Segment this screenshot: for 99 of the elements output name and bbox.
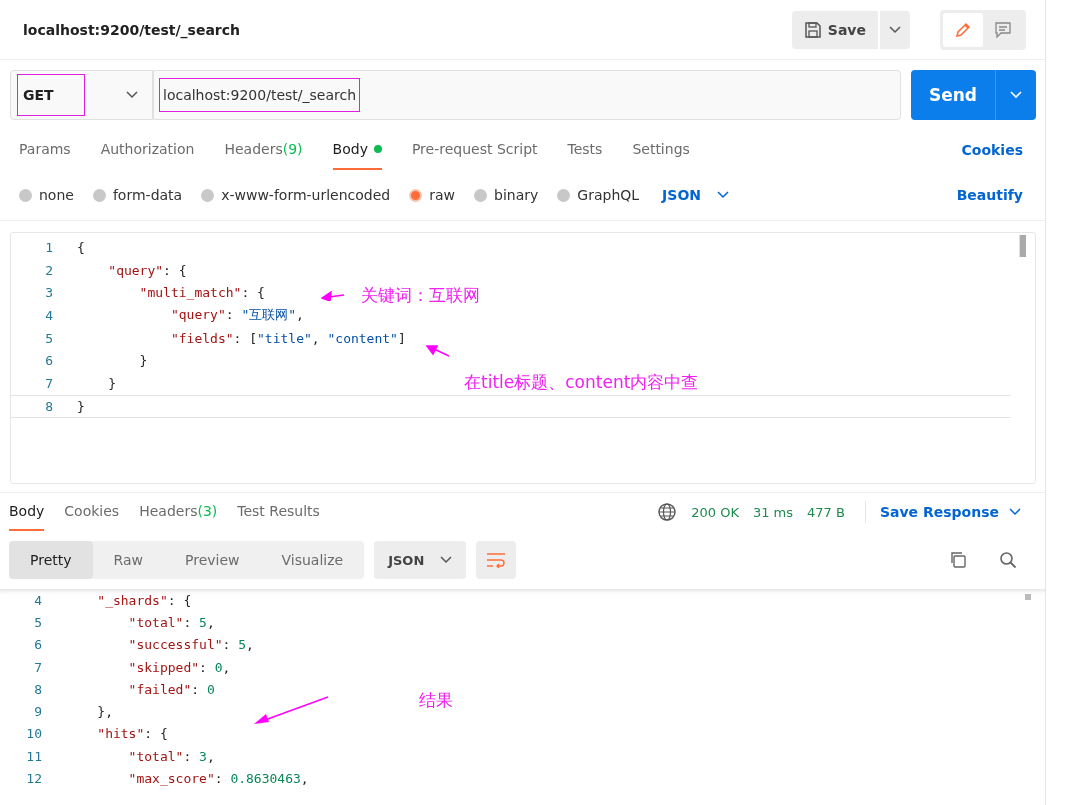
response-time: 31 ms: [752, 503, 794, 522]
code-line: {: [77, 239, 85, 255]
radio-button[interactable]: [474, 188, 488, 202]
body-type-option[interactable]: none: [19, 187, 74, 203]
code-line: "total": 5,: [127, 614, 215, 630]
code-line: }: [107, 375, 117, 391]
code-line: }: [77, 398, 85, 414]
line-number: 8: [33, 681, 42, 697]
globe-icon[interactable]: [657, 502, 678, 522]
request-tab[interactable]: Settings: [632, 130, 690, 170]
code-line: "max_score": 0.8630463,: [127, 771, 309, 786]
method-dropdown[interactable]: GET: [10, 70, 153, 120]
save-options-button[interactable]: [880, 10, 910, 49]
line-number: 6: [44, 353, 53, 369]
request-tab[interactable]: Body: [332, 130, 382, 170]
line-number: 9: [33, 704, 42, 720]
radio-button[interactable]: [201, 188, 215, 202]
radio-button[interactable]: [409, 188, 423, 202]
annotation-arrow: [321, 291, 345, 301]
code-editor[interactable]: 1 { 2 "query": { 3 "multi_match": { 4 "query": "互联网", 5 "fields": ["title", "content"] 6 } 7 } 8 } 关键词：互联网 在title标题、content内容中查: [10, 232, 1036, 484]
code-line: "skipped": 0,: [127, 659, 231, 675]
request-tab[interactable]: Headers(9): [224, 130, 303, 170]
annotation-arrow: [426, 345, 450, 357]
response-format-dropdown[interactable]: JSON: [374, 541, 467, 579]
send-button[interactable]: Send: [911, 70, 996, 120]
beautify-link[interactable]: Beautify: [956, 187, 1023, 203]
code-line: "fields": ["title", "content"]: [169, 330, 406, 346]
cookies-link[interactable]: Cookies: [961, 130, 1023, 170]
radio-button[interactable]: [92, 188, 106, 202]
code-line: "failed": 0: [127, 681, 215, 697]
line-number: 5: [44, 330, 53, 346]
comment-icon: [994, 20, 1012, 39]
code-line: "query": "互联网",: [169, 306, 304, 325]
radio-button[interactable]: [557, 188, 571, 202]
code-line: "hits": {: [96, 726, 168, 742]
search-icon[interactable]: [999, 551, 1017, 569]
save-button[interactable]: Save: [791, 10, 878, 49]
view-mode-tab[interactable]: Pretty: [9, 541, 93, 579]
pencil-icon: [954, 20, 972, 39]
line-number: 12: [25, 771, 42, 786]
request-tab[interactable]: Authorization: [100, 130, 195, 170]
line-number: 7: [44, 375, 53, 391]
request-tab[interactable]: Params: [19, 130, 71, 170]
request-tab[interactable]: Pre-request Script: [411, 130, 538, 170]
response-tab[interactable]: Headers(3): [139, 493, 218, 531]
view-mode-tab[interactable]: Visualize: [260, 541, 365, 579]
caret-icon: [440, 556, 453, 564]
line-number: 11: [25, 748, 42, 764]
line-number: 5: [33, 614, 42, 630]
body-type-option[interactable]: x-www-form-urlencoded: [201, 187, 391, 203]
save-response-button[interactable]: Save Response: [879, 493, 1021, 531]
line-number: 8: [44, 398, 53, 414]
copy-icon[interactable]: [949, 551, 967, 569]
view-mode-tab[interactable]: Raw: [92, 541, 164, 579]
line-number: 6: [33, 637, 42, 653]
caret-icon: [1009, 508, 1021, 516]
status-code: 200 OK: [691, 503, 739, 522]
url-field[interactable]: localhost:9200/test/_search: [153, 70, 901, 120]
response-tab[interactable]: Cookies: [64, 493, 120, 531]
body-type-option[interactable]: raw: [409, 187, 456, 203]
line-number: 4: [44, 307, 53, 323]
code-line: }: [138, 353, 148, 369]
line-number: 2: [44, 262, 53, 278]
request-title: localhost:9200/test/_search: [23, 21, 241, 38]
caret-icon: [717, 191, 730, 199]
response-size: 477 B: [807, 503, 845, 522]
line-number: 4: [33, 592, 42, 608]
caret-icon: [889, 25, 901, 34]
response-tab[interactable]: Body: [9, 493, 45, 531]
annotation-text: 关键词：互联网: [361, 284, 480, 307]
body-type-option[interactable]: GraphQL: [557, 187, 640, 203]
code-line: },: [96, 704, 113, 720]
view-mode-tab[interactable]: Preview: [164, 541, 261, 579]
format-dropdown[interactable]: JSON: [662, 187, 730, 203]
code-line: "total": 3,: [127, 748, 215, 764]
edit-mode-button[interactable]: [943, 12, 983, 47]
code-line: "successful": 5,: [127, 637, 254, 653]
code-line: "_shards": {: [96, 592, 192, 608]
line-number: 3: [44, 285, 53, 301]
save-icon: [803, 20, 822, 39]
body-type-option[interactable]: form-data: [92, 187, 183, 203]
annotation-text: 结果: [419, 689, 453, 712]
line-number: 10: [25, 726, 42, 742]
annotation-text: 在title标题、content内容中查: [464, 371, 699, 394]
caret-icon: [1010, 91, 1022, 99]
line-number: 1: [44, 239, 53, 255]
scrollbar[interactable]: [1019, 235, 1026, 257]
wrap-icon: [486, 552, 507, 568]
line-number: 7: [33, 659, 42, 675]
radio-button[interactable]: [19, 188, 32, 202]
code-line: "multi_match": {: [138, 285, 265, 301]
wrap-lines-button[interactable]: [476, 541, 517, 579]
response-tab[interactable]: Test Results: [237, 493, 320, 531]
scrollbar[interactable]: [1025, 594, 1031, 600]
request-tab[interactable]: Tests: [567, 130, 603, 170]
body-type-option[interactable]: binary: [474, 187, 539, 203]
send-options-button[interactable]: [996, 70, 1036, 120]
code-line: "query": {: [107, 262, 187, 278]
caret-icon: [126, 91, 138, 99]
